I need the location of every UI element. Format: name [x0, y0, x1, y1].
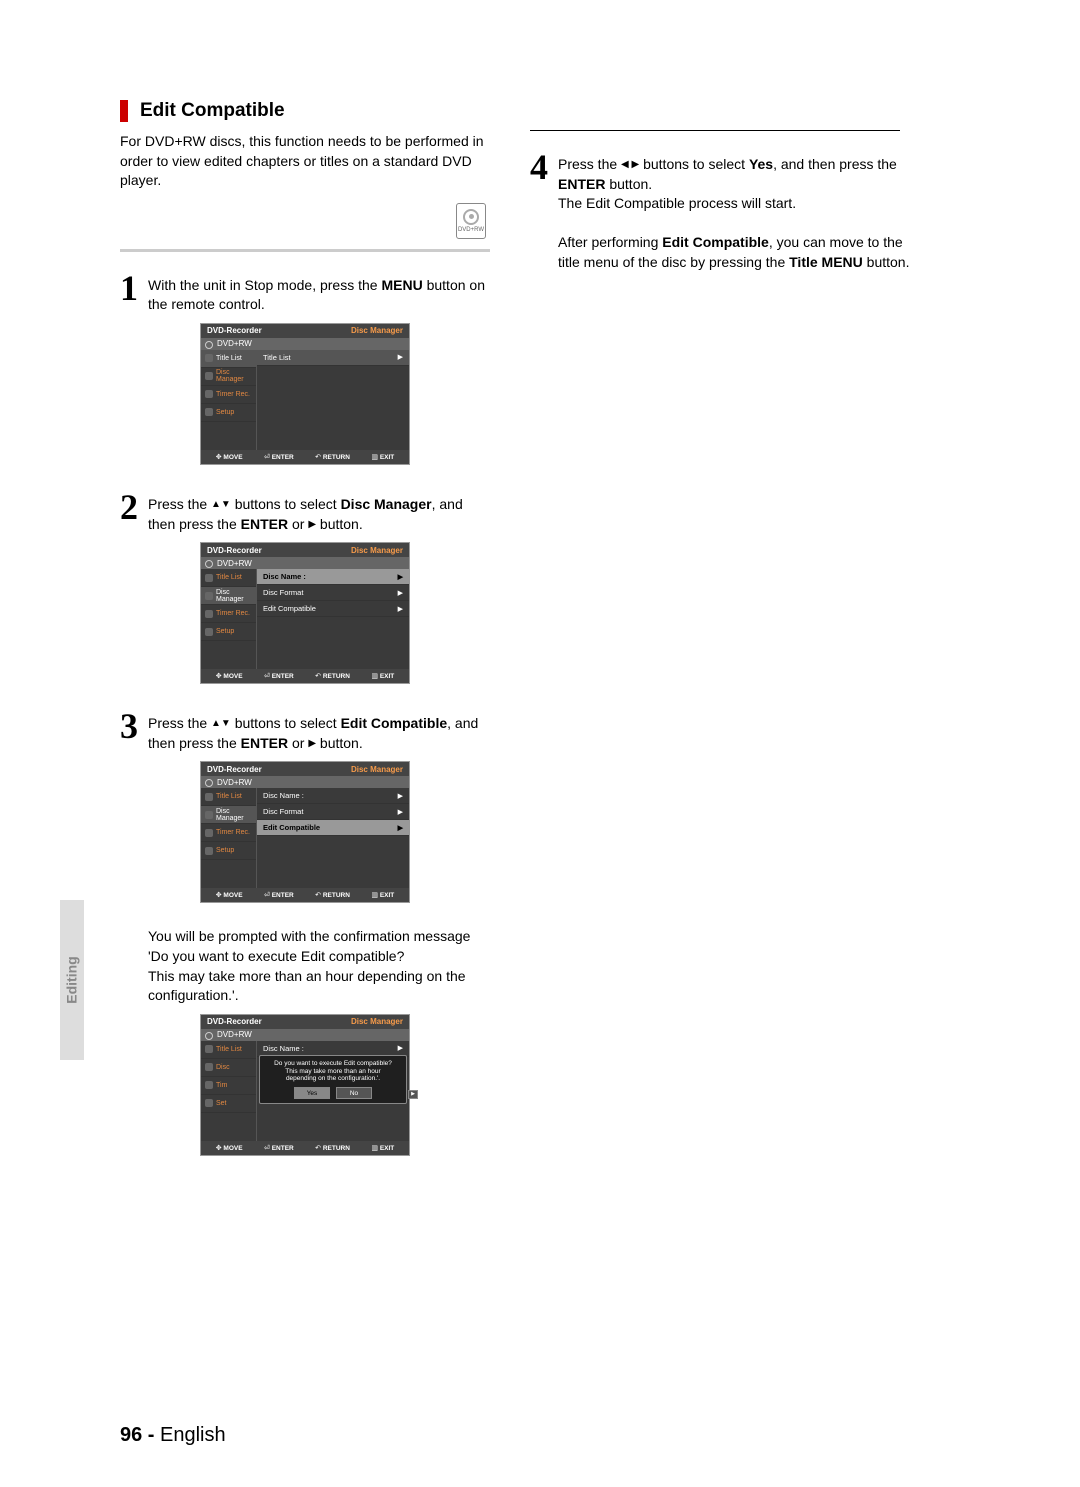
- step-number: 4: [530, 149, 548, 185]
- heading-marker: [120, 100, 128, 122]
- page-number: 96 - English: [120, 1424, 226, 1447]
- step-number: 1: [120, 270, 138, 306]
- up-down-arrow-icon: ▲▼: [211, 717, 231, 731]
- confirmation-note: You will be prompted with the confirmati…: [148, 927, 490, 1005]
- up-down-arrow-icon: ▲▼: [211, 498, 231, 512]
- dialog-yes-button: Yes: [294, 1087, 330, 1099]
- osd-footer: ✥ MOVE ⏎ ENTER ↶ RETURN ▥ EXIT: [201, 450, 409, 464]
- disc-type-icon: DVD+RW: [456, 203, 486, 239]
- step-text: Press the ▲▼ buttons to select Edit Comp…: [148, 708, 490, 753]
- right-arrow-icon: ▶: [308, 737, 316, 751]
- step-3: 3 Press the ▲▼ buttons to select Edit Co…: [120, 708, 490, 753]
- left-right-arrow-icon: ◀ ▶: [621, 158, 639, 172]
- side-tab-label: Editing: [60, 900, 84, 1060]
- divider: [530, 130, 900, 131]
- dialog-no-button: No: [336, 1087, 372, 1099]
- section-heading: Edit Compatible: [140, 100, 285, 122]
- osd-screenshot-2: DVD-RecorderDisc Manager DVD+RW Title Li…: [200, 542, 410, 684]
- osd-screenshot-3: DVD-RecorderDisc Manager DVD+RW Title Li…: [200, 761, 410, 903]
- step-number: 3: [120, 708, 138, 744]
- osd-main: Title List▶: [257, 350, 409, 450]
- step-text: With the unit in Stop mode, press the ME…: [148, 270, 490, 315]
- step-text: Press the ▲▼ buttons to select Disc Mana…: [148, 489, 490, 534]
- divider: [120, 249, 490, 252]
- disc-icon-label: DVD+RW: [458, 227, 484, 233]
- right-arrow-icon: ▶: [308, 518, 316, 532]
- step-4: 4 Press the ◀ ▶ buttons to select Yes, a…: [530, 149, 910, 273]
- intro-text: For DVD+RW discs, this function needs to…: [120, 132, 490, 191]
- right-arrow-box-icon: ▶: [408, 1090, 418, 1099]
- osd-screenshot-1: DVD-RecorderDisc Manager DVD+RW Title Li…: [200, 323, 410, 465]
- step-number: 2: [120, 489, 138, 525]
- osd-sidebar: Title List Disc Manager Timer Rec. Setup: [201, 350, 257, 450]
- confirmation-dialog: Do you want to execute Edit compatible? …: [259, 1055, 407, 1104]
- step-1: 1 With the unit in Stop mode, press the …: [120, 270, 490, 315]
- osd-screenshot-4: DVD-RecorderDisc Manager DVD+RW Title Li…: [200, 1014, 410, 1156]
- step-2: 2 Press the ▲▼ buttons to select Disc Ma…: [120, 489, 490, 534]
- step-text: Press the ◀ ▶ buttons to select Yes, and…: [558, 149, 910, 273]
